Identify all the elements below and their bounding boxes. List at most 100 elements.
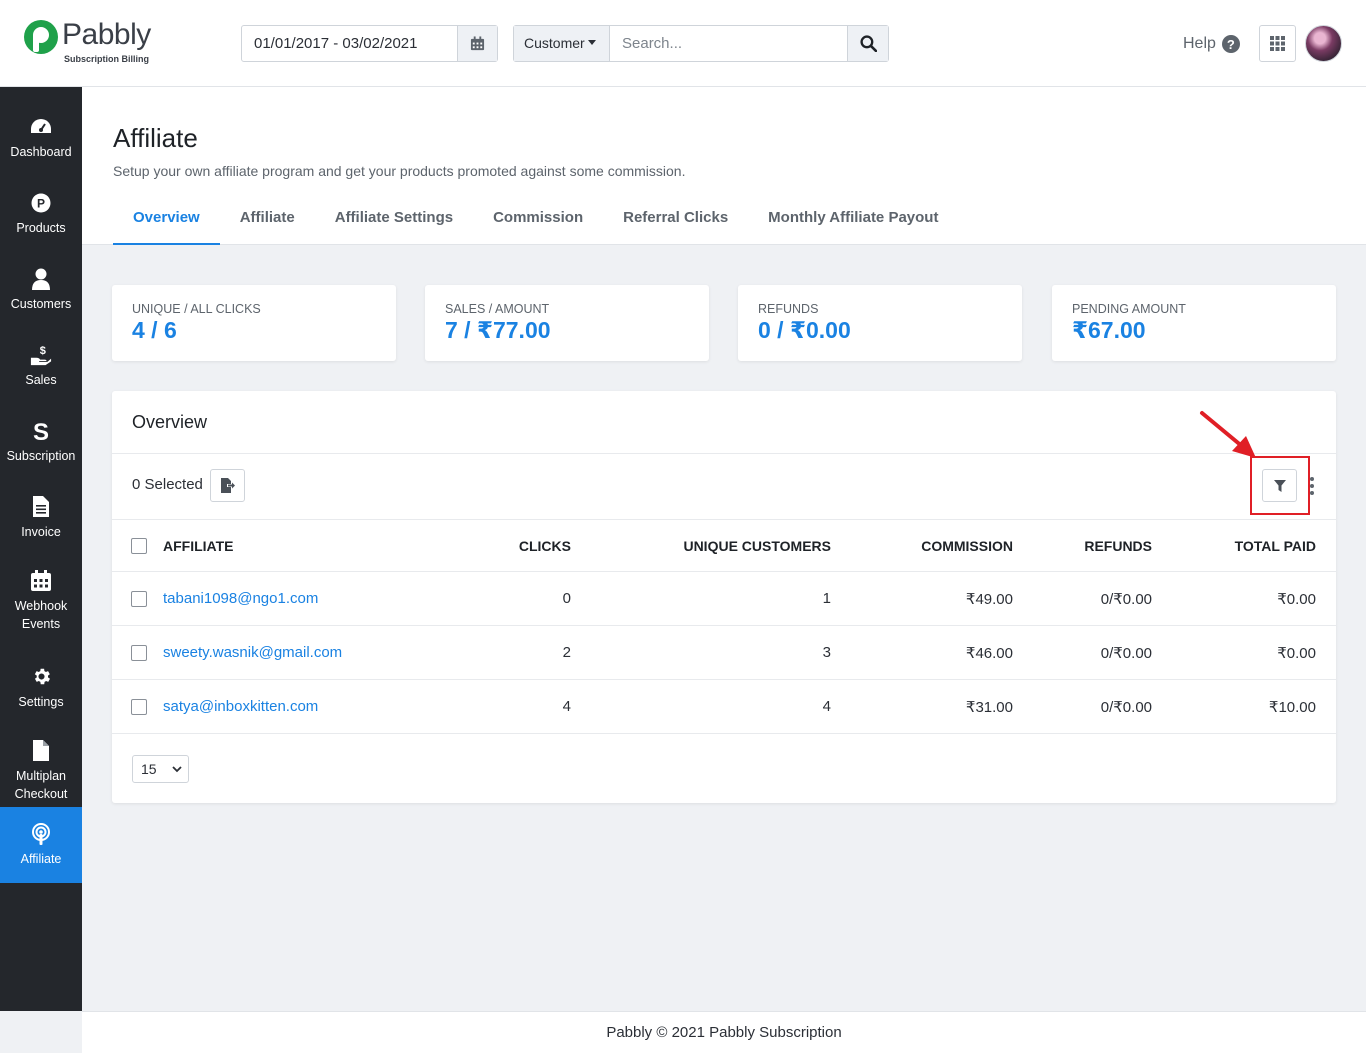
sidebar-item-invoice[interactable]: Invoice — [0, 480, 82, 556]
stat-value: 4 / 6 — [132, 317, 177, 343]
stat-value: 7 / ₹77.00 — [445, 317, 551, 343]
stat-label: SALES / AMOUNT — [445, 302, 550, 316]
sidebar-label-multiplan-checkout: Multiplan Checkout — [14, 768, 68, 801]
clicks-value: 2 — [562, 644, 571, 661]
sidebar-item-multiplan-checkout[interactable]: Multiplan Checkout — [0, 726, 82, 816]
help-link[interactable]: Help ? — [1183, 35, 1240, 53]
apps-grid-button[interactable] — [1259, 25, 1296, 62]
commission-value: ₹46.00 — [965, 644, 1013, 662]
selected-count: 0 Selected — [132, 476, 203, 493]
sidebar-label-affiliate: Affiliate — [20, 851, 62, 866]
sidebar-label-settings: Settings — [18, 694, 64, 709]
column-header-refunds: REFUNDS — [1084, 537, 1152, 554]
sidebar-label-invoice: Invoice — [21, 524, 61, 539]
sidebar-item-customers[interactable]: Customers — [0, 252, 82, 328]
document-icon — [33, 496, 49, 517]
table-row: satya@inboxkitten.com 4 4 ₹31.00 0/₹0.00… — [112, 680, 1336, 734]
sidebar-item-settings[interactable]: Settings — [0, 650, 82, 726]
svg-text:P: P — [37, 196, 45, 210]
stat-value: ₹67.00 — [1072, 317, 1146, 343]
column-header-total-paid: TOTAL PAID — [1234, 537, 1316, 554]
tab-referral-clicks[interactable]: Referral Clicks — [603, 195, 748, 245]
refunds-value: 0/₹0.00 — [1100, 698, 1152, 716]
affiliate-email-link[interactable]: tabani1098@ngo1.com — [163, 572, 318, 625]
tab-commission[interactable]: Commission — [473, 195, 603, 245]
total-paid-value: ₹10.00 — [1268, 698, 1316, 716]
footer: Pabbly © 2021 Pabbly Subscription — [82, 1011, 1366, 1053]
top-bar: Pabbly Subscription Billing 01/01/2017 -… — [0, 0, 1366, 87]
stat-label: REFUNDS — [758, 302, 819, 316]
export-button[interactable] — [210, 469, 245, 502]
search-button[interactable] — [847, 26, 888, 61]
search-input[interactable] — [610, 26, 847, 61]
search-group: Customer — [513, 25, 889, 62]
calendar-icon — [31, 570, 51, 591]
calendar-icon — [470, 36, 485, 51]
total-paid-value: ₹0.00 — [1277, 590, 1316, 608]
gauge-icon — [31, 118, 51, 133]
page-size-value: 15 — [141, 761, 157, 777]
sidebar-item-subscription[interactable]: S Subscription — [0, 404, 82, 480]
filter-icon — [1273, 479, 1286, 492]
refunds-value: 0/₹0.00 — [1100, 590, 1152, 608]
sidebar-label-customers: Customers — [10, 296, 72, 311]
sidebar-item-products[interactable]: P Products — [0, 176, 82, 252]
sidebar-label-dashboard: Dashboard — [10, 144, 72, 159]
sidebar: Dashboard P Products Customers $ Sales S… — [0, 87, 82, 1011]
tab-monthly-affiliate-payout[interactable]: Monthly Affiliate Payout — [748, 195, 958, 245]
tab-affiliate-settings[interactable]: Affiliate Settings — [315, 195, 473, 245]
row-checkbox[interactable] — [131, 590, 147, 607]
row-checkbox[interactable] — [131, 698, 147, 715]
file-export-icon — [220, 478, 235, 493]
refunds-value: 0/₹0.00 — [1100, 644, 1152, 662]
table-row: tabani1098@ngo1.com 0 1 ₹49.00 0/₹0.00 ₹… — [112, 572, 1336, 626]
filter-button[interactable] — [1262, 469, 1297, 502]
panel-title: Overview — [132, 412, 208, 432]
total-paid-value: ₹0.00 — [1277, 644, 1316, 662]
page-subtitle: Setup your own affiliate program and get… — [113, 163, 686, 179]
brand-name: Pabbly — [62, 18, 151, 51]
sidebar-label-products: Products — [16, 220, 66, 235]
grid-icon — [1270, 36, 1285, 51]
affiliate-email-link[interactable]: satya@inboxkitten.com — [163, 680, 318, 733]
date-range-value[interactable]: 01/01/2017 - 03/02/2021 — [242, 26, 457, 61]
column-header-affiliate: AFFILIATE — [163, 537, 234, 554]
search-category-dropdown[interactable]: Customer — [514, 26, 610, 61]
column-header-unique-customers: UNIQUE CUSTOMERS — [683, 537, 831, 554]
column-header-clicks: CLICKS — [518, 537, 571, 554]
sidebar-item-sales[interactable]: $ Sales — [0, 328, 82, 404]
page-size-select[interactable]: 15 — [132, 755, 189, 783]
tab-bar: Overview Affiliate Affiliate Settings Co… — [113, 195, 958, 245]
sidebar-label-subscription: Subscription — [6, 448, 76, 463]
brand-subtitle: Subscription Billing — [64, 54, 149, 64]
tab-affiliate[interactable]: Affiliate — [220, 195, 315, 245]
user-avatar[interactable] — [1305, 25, 1342, 62]
stat-card-refunds: REFUNDS 0 / ₹0.00 — [738, 285, 1022, 361]
sidebar-item-webhook-events[interactable]: Webhook Events — [0, 556, 82, 646]
product-p-icon: P — [31, 193, 51, 212]
page-title: Affiliate — [113, 123, 198, 153]
search-icon — [859, 35, 877, 52]
tab-overview[interactable]: Overview — [113, 195, 220, 245]
date-range-picker[interactable]: 01/01/2017 - 03/02/2021 — [241, 25, 498, 62]
sidebar-item-affiliate[interactable]: Affiliate — [0, 807, 82, 883]
caret-down-icon — [587, 40, 596, 45]
sidebar-label-sales: Sales — [25, 372, 57, 387]
select-all-checkbox[interactable] — [131, 537, 147, 554]
clicks-value: 4 — [562, 698, 571, 715]
pabbly-logo[interactable]: Pabbly Subscription Billing — [24, 18, 154, 68]
subscription-s-icon: S — [33, 419, 49, 443]
calendar-button[interactable] — [457, 26, 497, 61]
stat-value: 0 / ₹0.00 — [758, 317, 851, 343]
table-row: sweety.wasnik@gmail.com 2 3 ₹46.00 0/₹0.… — [112, 626, 1336, 680]
content-header: Affiliate Setup your own affiliate progr… — [82, 87, 1366, 245]
commission-value: ₹31.00 — [965, 698, 1013, 716]
pabbly-logo-icon — [24, 20, 58, 54]
more-options-icon[interactable] — [1308, 477, 1316, 495]
affiliate-email-link[interactable]: sweety.wasnik@gmail.com — [163, 626, 342, 679]
help-label: Help — [1183, 35, 1216, 52]
table-header: AFFILIATE CLICKS UNIQUE CUSTOMERS COMMIS… — [112, 519, 1336, 572]
row-checkbox[interactable] — [131, 644, 147, 661]
overview-panel: Overview 0 Selected AFFILIATE CLICKS UNI… — [112, 391, 1336, 803]
sidebar-item-dashboard[interactable]: Dashboard — [0, 100, 82, 176]
